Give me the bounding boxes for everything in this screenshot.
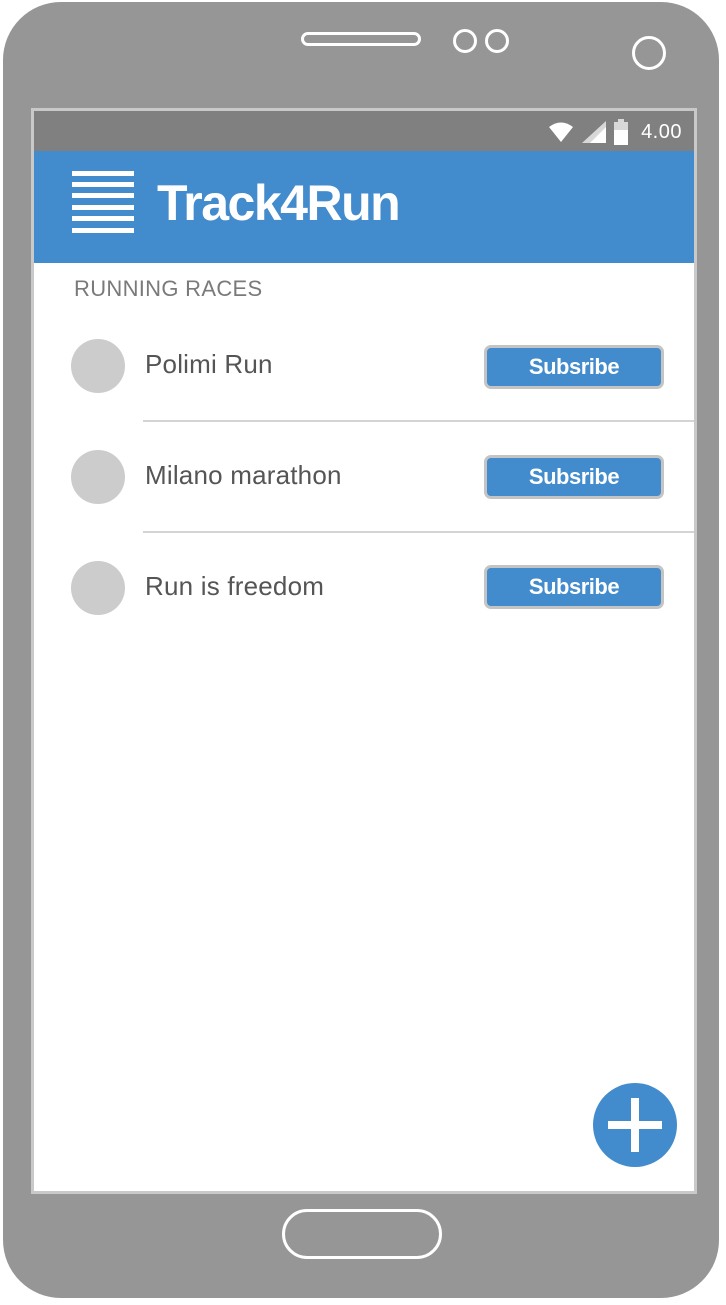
light-sensor bbox=[485, 29, 509, 53]
race-list-item[interactable]: Run is freedom Subsribe bbox=[34, 531, 694, 641]
race-name: Polimi Run bbox=[145, 349, 273, 379]
home-button[interactable] bbox=[282, 1209, 442, 1259]
section-header: RUNNING RACES bbox=[74, 276, 263, 301]
subscribe-button[interactable]: Subsribe bbox=[484, 345, 664, 389]
app-title: Track4Run bbox=[157, 175, 401, 231]
status-time: 4.00 bbox=[641, 121, 682, 143]
hamburger-menu-icon[interactable] bbox=[72, 171, 134, 233]
race-list-item[interactable]: Polimi Run Subsribe bbox=[34, 309, 694, 419]
front-camera bbox=[632, 36, 666, 70]
race-name: Milano marathon bbox=[145, 460, 342, 490]
subscribe-button[interactable]: Subsribe bbox=[484, 565, 664, 609]
status-bar: 4.00 bbox=[34, 111, 694, 151]
phone-frame: 4.00 Track4Run RUNNING RACES Polimi Run … bbox=[3, 2, 719, 1298]
race-avatar bbox=[71, 339, 125, 393]
proximity-sensor bbox=[453, 29, 477, 53]
race-avatar bbox=[71, 450, 125, 504]
screen: 4.00 Track4Run RUNNING RACES Polimi Run … bbox=[31, 108, 697, 1194]
subscribe-button[interactable]: Subsribe bbox=[484, 455, 664, 499]
app-bar: Track4Run bbox=[34, 151, 694, 263]
battery-icon bbox=[614, 119, 628, 145]
wifi-icon bbox=[549, 122, 573, 142]
race-list-item[interactable]: Milano marathon Subsribe bbox=[34, 420, 694, 530]
earpiece-speaker bbox=[301, 32, 421, 46]
race-name: Run is freedom bbox=[145, 571, 325, 601]
signal-icon bbox=[582, 121, 606, 143]
add-race-button[interactable] bbox=[593, 1083, 677, 1167]
race-avatar bbox=[71, 561, 125, 615]
